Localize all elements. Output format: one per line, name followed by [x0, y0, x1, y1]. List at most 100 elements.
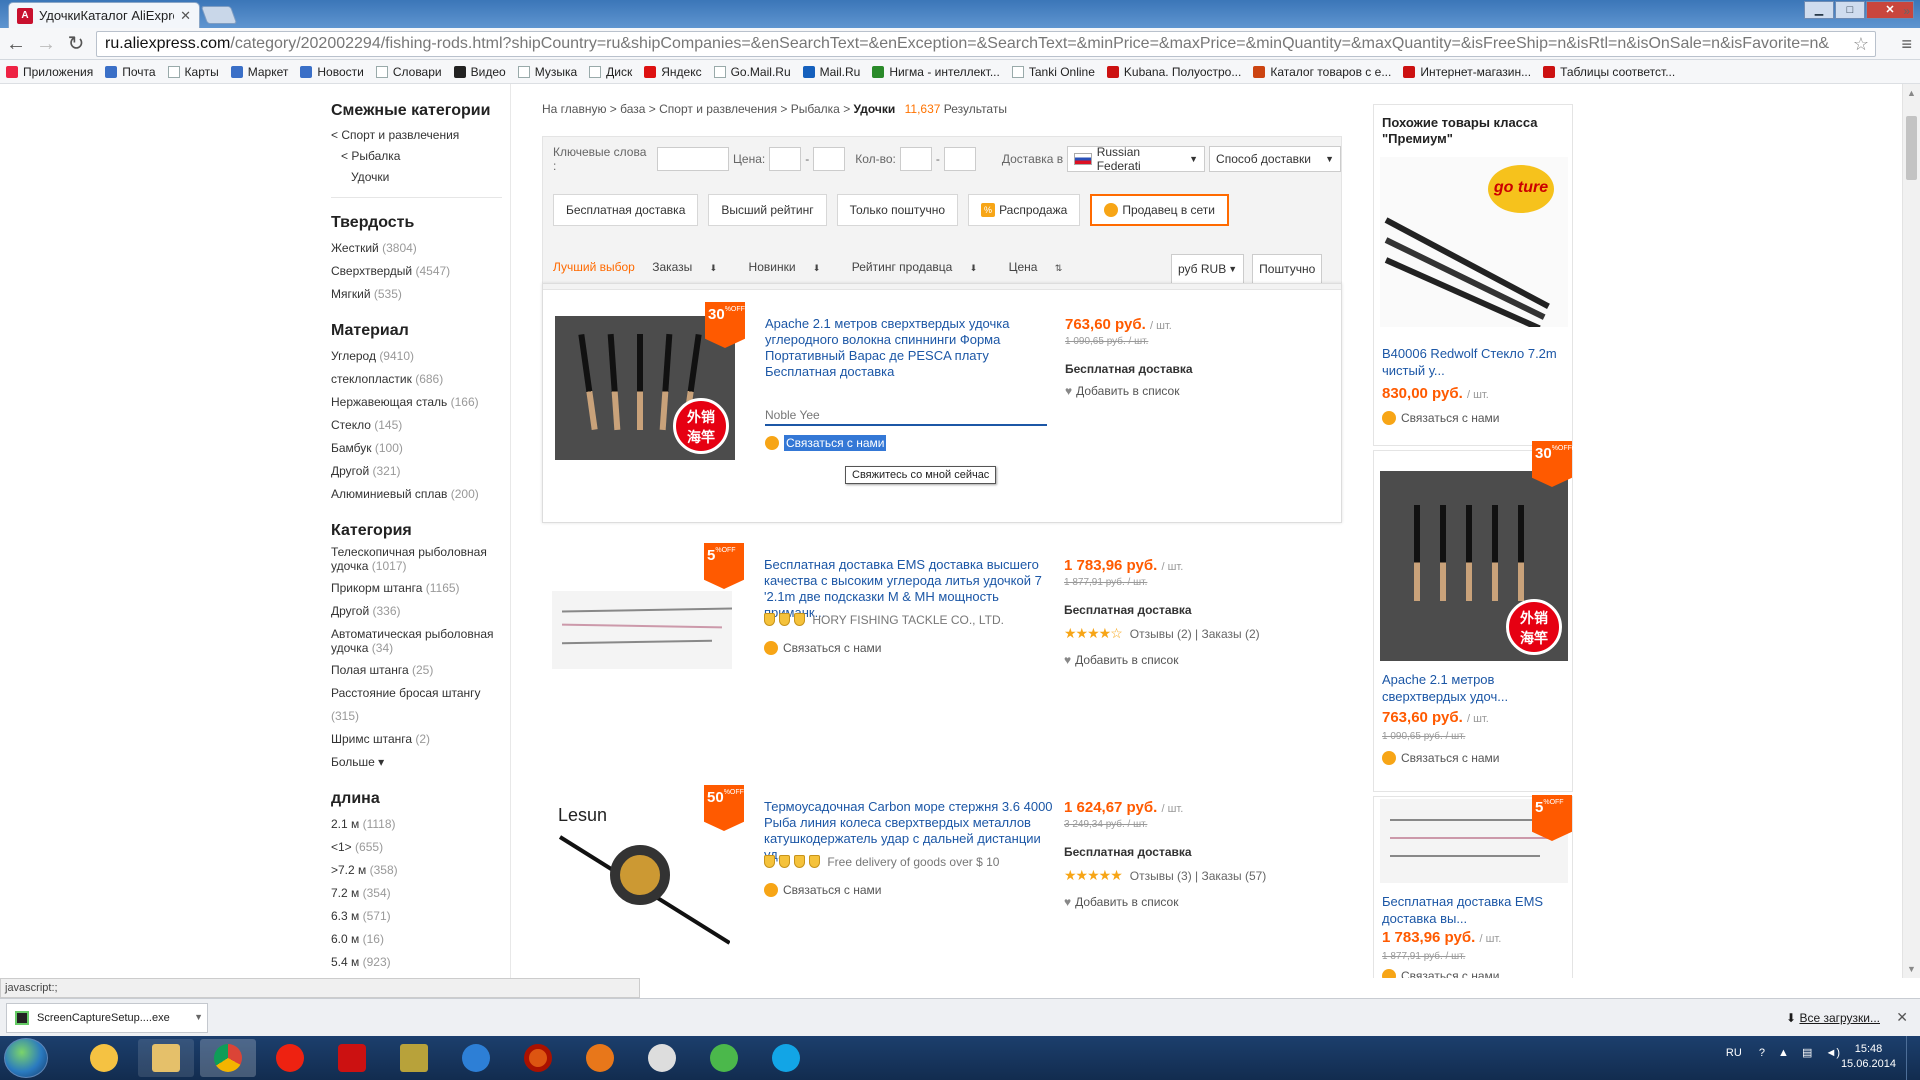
filter-option-link[interactable]: Расстояние бросая штангу (315): [331, 682, 502, 728]
filter-option-link[interactable]: 6.3 м (571): [331, 905, 502, 928]
page-scrollbar[interactable]: ▲ ▼: [1902, 84, 1920, 978]
bookmark-item[interactable]: Маркет: [230, 65, 288, 79]
related-link-rods[interactable]: Удочки: [331, 167, 502, 188]
filter-option-link[interactable]: Прикорм штанга (1165): [331, 577, 502, 600]
contact-seller-link[interactable]: Связаться с нами: [1382, 751, 1499, 765]
bookmark-item[interactable]: Новости: [300, 65, 364, 79]
bookmark-item[interactable]: Карты: [167, 65, 219, 79]
filter-option-link[interactable]: Бамбук (100): [331, 437, 502, 460]
related-link-fishing[interactable]: < Рыбалка: [331, 146, 502, 167]
filter-option-link[interactable]: Стекло (145): [331, 414, 502, 437]
contact-seller-link[interactable]: Связаться с нами: [1382, 969, 1499, 978]
max-quantity-input[interactable]: [943, 147, 976, 171]
sort-best-match[interactable]: Лучший выбор: [553, 260, 635, 274]
taskbar-app[interactable]: [262, 1039, 318, 1077]
premium-product-image[interactable]: go ture: [1380, 157, 1568, 327]
close-tab-icon[interactable]: ✕: [180, 8, 191, 24]
bookmark-item[interactable]: Почта: [105, 65, 156, 79]
taskbar-app[interactable]: [448, 1039, 504, 1077]
reload-icon[interactable]: ↻: [64, 33, 88, 55]
sort-newest[interactable]: Новинки ⬇: [749, 260, 835, 274]
filter-option-link[interactable]: Шримс штанга (2): [331, 728, 502, 751]
ship-method-select[interactable]: Способ доставки ▼: [1209, 146, 1341, 172]
per-piece-toggle[interactable]: Поштучно: [1252, 254, 1323, 284]
network-icon[interactable]: ▤: [1802, 1047, 1812, 1059]
taskbar-app[interactable]: [386, 1039, 442, 1077]
contact-seller-link[interactable]: Связаться с нами: [1382, 411, 1499, 425]
filter-option-link[interactable]: Жесткий (3804): [331, 237, 502, 260]
filter-option-link[interactable]: Телескопичная рыболовная удочка (1017): [331, 545, 502, 573]
max-price-input[interactable]: [813, 147, 846, 171]
seller-online-button[interactable]: Продавец в сети: [1090, 194, 1230, 226]
filter-option-link[interactable]: Другой (321): [331, 460, 502, 483]
filter-option-link[interactable]: Мягкий (535): [331, 283, 502, 306]
bookmark-item[interactable]: Видео: [453, 65, 506, 79]
taskbar-app[interactable]: [138, 1039, 194, 1077]
address-bar[interactable]: ru.aliexpress.com/category/202002294/fis…: [96, 31, 1876, 57]
bookmark-item[interactable]: Go.Mail.Ru: [713, 65, 791, 79]
premium-title-link[interactable]: Apache 2.1 метров сверхтвердых удоч...: [1382, 671, 1567, 705]
help-icon[interactable]: ?: [1759, 1047, 1765, 1059]
bookmark-item[interactable]: Словари: [375, 65, 442, 79]
tray-arrow-icon[interactable]: ▲: [1778, 1047, 1789, 1059]
filter-option-link[interactable]: Углерод (9410): [331, 345, 502, 368]
taskbar-app[interactable]: [758, 1039, 814, 1077]
filter-option-link[interactable]: Сверхтвердый (4547): [331, 260, 502, 283]
clock[interactable]: 15:48 15.06.2014: [1841, 1042, 1896, 1072]
language-indicator[interactable]: RU: [1726, 1047, 1742, 1059]
sort-seller-rating[interactable]: Рейтинг продавца ⬇: [852, 260, 991, 274]
product-title-link[interactable]: Бесплатная доставка EMS доставка высшего…: [764, 557, 1054, 621]
filter-option-link[interactable]: Алюминиевый сплав (200): [331, 483, 502, 506]
download-item[interactable]: ScreenCaptureSetup....exe ▼: [6, 1003, 208, 1033]
premium-title-link[interactable]: Бесплатная доставка EMS доставка вы...: [1382, 893, 1567, 927]
taskbar-app[interactable]: [510, 1039, 566, 1077]
add-to-wishlist-link[interactable]: ♥ Добавить в список: [1064, 653, 1178, 667]
sort-price[interactable]: Цена ⇅: [1009, 260, 1077, 274]
taskbar-app[interactable]: [696, 1039, 752, 1077]
maximize-window-button[interactable]: □: [1835, 1, 1865, 19]
close-downloads-icon[interactable]: ✕: [1896, 1009, 1908, 1026]
new-tab-button[interactable]: [200, 6, 238, 24]
taskbar-app[interactable]: [324, 1039, 380, 1077]
minimize-window-button[interactable]: ▁: [1804, 1, 1834, 19]
bookmark-item[interactable]: Tanki Online: [1011, 65, 1095, 79]
filter-option-link[interactable]: Полая штанга (25): [331, 659, 502, 682]
min-quantity-input[interactable]: [899, 147, 932, 171]
breadcrumb-path[interactable]: На главную > база > Спорт и развлечения …: [542, 102, 850, 116]
filter-option-link[interactable]: >7.2 м (358): [331, 859, 502, 882]
bookmark-item[interactable]: Нигма - интеллект...: [872, 65, 1000, 79]
bookmark-item[interactable]: Таблицы соответст...: [1543, 65, 1675, 79]
scroll-down-icon[interactable]: ▼: [1907, 964, 1916, 974]
bookmark-star-icon[interactable]: ☆: [1853, 32, 1869, 56]
contact-seller-link[interactable]: Связаться с нами: [765, 435, 887, 451]
bookmark-item[interactable]: Приложения: [6, 65, 93, 79]
min-price-input[interactable]: [769, 147, 802, 171]
scrollbar-thumb[interactable]: [1906, 116, 1917, 180]
reviews-orders-link[interactable]: Отзывы (2) | Заказы (2): [1130, 627, 1260, 641]
all-downloads-link[interactable]: ⬇ Все загрузки...: [1786, 1011, 1880, 1025]
sort-orders[interactable]: Заказы ⬇: [652, 260, 731, 274]
filter-option-link[interactable]: 2.1 м (1118): [331, 813, 502, 836]
filter-option-link[interactable]: 7.2 м (354): [331, 882, 502, 905]
product-title-link[interactable]: Apache 2.1 метров сверхтвердых удочка уг…: [765, 316, 1055, 380]
contact-seller-link[interactable]: Связаться с нами: [764, 883, 881, 897]
show-desktop-button[interactable]: [1906, 1036, 1920, 1080]
chevron-down-icon[interactable]: ▼: [194, 1012, 203, 1022]
back-arrow-icon[interactable]: ←: [4, 33, 28, 55]
bookmark-item[interactable]: Музыка: [517, 65, 577, 79]
top-rated-button[interactable]: Высший рейтинг: [708, 194, 827, 226]
ship-country-select[interactable]: Russian Federati ▼: [1067, 145, 1206, 173]
taskbar-app[interactable]: [76, 1039, 132, 1077]
single-piece-button[interactable]: Только поштучно: [836, 194, 959, 226]
browser-tab[interactable]: A УдочкиКаталог AliExpress ✕: [8, 2, 200, 28]
volume-icon[interactable]: ◄): [1825, 1047, 1840, 1059]
add-to-wishlist-link[interactable]: ♥ Добавить в список: [1065, 384, 1179, 398]
currency-select[interactable]: руб RUB ▼: [1171, 254, 1245, 284]
taskbar-app[interactable]: [200, 1039, 256, 1077]
bookmark-item[interactable]: Mail.Ru: [802, 65, 860, 79]
filter-option-link[interactable]: 6.0 м (16): [331, 928, 502, 951]
taskbar-app[interactable]: [634, 1039, 690, 1077]
bookmark-item[interactable]: Интернет-магазин...: [1403, 65, 1531, 79]
seller-name-link[interactable]: HORY FISHING TACKLE CO., LTD.: [764, 613, 1004, 627]
start-button[interactable]: [4, 1038, 48, 1078]
